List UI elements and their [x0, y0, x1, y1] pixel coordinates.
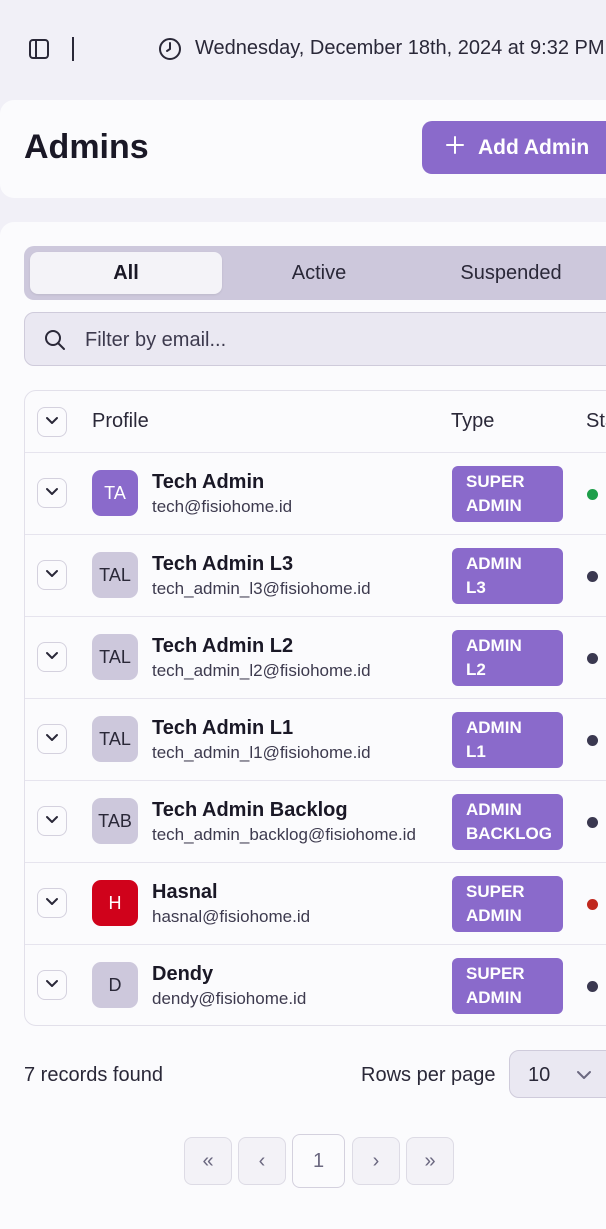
clock-icon [158, 37, 182, 61]
page-title: Admins [24, 128, 149, 166]
admin-email: tech_admin_l3@fisiohome.id [152, 579, 371, 598]
rows-per-page-value: 10 [528, 1064, 551, 1086]
chevron-down-icon [45, 484, 59, 503]
avatar: TAL [92, 552, 138, 598]
admin-name: Tech Admin L2 [152, 635, 294, 657]
table-header-row: Profile Type Status [25, 391, 606, 452]
plus-icon [446, 135, 464, 160]
admin-name: Tech Admin [152, 471, 265, 493]
admins-table: Profile Type Status TA Tech Admin tech@f… [24, 390, 606, 1026]
status-dot [587, 817, 598, 828]
status-dot [587, 899, 598, 910]
records-count: 7 records found [24, 1064, 163, 1086]
status-dot [587, 653, 598, 664]
chevron-down-icon [45, 730, 59, 749]
type-badge: ADMIN L3 [452, 548, 563, 604]
add-admin-button[interactable]: Add Admin [422, 121, 606, 174]
expand-all-button[interactable] [37, 407, 67, 437]
current-datetime: Wednesday, December 18th, 2024 at 9:32 P… [195, 37, 605, 59]
admin-name: Tech Admin L3 [152, 553, 294, 575]
type-badge: ADMIN BACKLOG [452, 794, 563, 850]
table-row: TAL Tech Admin L2 tech_admin_l2@fisiohom… [25, 616, 606, 698]
status-dot [587, 571, 598, 582]
expand-row-button[interactable] [37, 970, 67, 1000]
avatar: D [92, 962, 138, 1008]
table-row: TAL Tech Admin L1 tech_admin_l1@fisiohom… [25, 698, 606, 780]
admin-email: tech@fisiohome.id [152, 497, 293, 516]
expand-row-button[interactable] [37, 560, 67, 590]
status-dot [587, 981, 598, 992]
chevron-down-icon [45, 812, 59, 831]
column-header-profile[interactable]: Profile [92, 410, 149, 433]
type-badge: SUPER ADMIN [452, 876, 563, 932]
admin-name: Dendy [152, 963, 214, 985]
status-tabs: All Active Suspended [24, 246, 606, 300]
admin-name: Tech Admin Backlog [152, 799, 348, 821]
column-header-type[interactable]: Type [451, 410, 494, 433]
next-page-button[interactable]: › [352, 1137, 400, 1185]
email-filter [24, 312, 606, 366]
admin-email: tech_admin_l2@fisiohome.id [152, 661, 371, 680]
admin-name: Tech Admin L1 [152, 717, 294, 739]
expand-row-button[interactable] [37, 806, 67, 836]
column-header-status[interactable]: Status [586, 410, 606, 433]
top-bar: Wednesday, December 18th, 2024 at 9:32 P… [0, 0, 606, 96]
chevron-down-icon [574, 1065, 594, 1085]
type-badge: ADMIN L1 [452, 712, 563, 768]
avatar: TAL [92, 634, 138, 680]
last-page-button[interactable]: » [406, 1137, 454, 1185]
admin-email: tech_admin_backlog@fisiohome.id [152, 825, 416, 844]
admin-email: dendy@fisiohome.id [152, 989, 307, 1008]
rows-per-page-select[interactable]: 10 [509, 1050, 606, 1098]
avatar: TA [92, 470, 138, 516]
admin-email: hasnal@fisiohome.id [152, 907, 311, 926]
current-page-button[interactable]: 1 [292, 1134, 345, 1188]
status-dot [587, 735, 598, 746]
add-admin-label: Add Admin [478, 135, 590, 159]
chevron-down-icon [45, 566, 59, 585]
divider [72, 37, 74, 61]
table-row: H Hasnal hasnal@fisiohome.id SUPER ADMIN [25, 862, 606, 944]
chevron-down-icon [45, 976, 59, 995]
tab-active[interactable]: Active [223, 252, 415, 294]
admin-email: tech_admin_l1@fisiohome.id [152, 743, 371, 762]
table-row: TAL Tech Admin L3 tech_admin_l3@fisiohom… [25, 534, 606, 616]
chevron-down-icon [45, 413, 59, 432]
type-badge: SUPER ADMIN [452, 958, 563, 1014]
expand-row-button[interactable] [37, 642, 67, 672]
type-badge: ADMIN L2 [452, 630, 563, 686]
avatar: TAB [92, 798, 138, 844]
tab-suspended[interactable]: Suspended [415, 252, 606, 294]
chevron-down-icon [45, 894, 59, 913]
admin-name: Hasnal [152, 881, 218, 903]
search-icon [43, 328, 67, 352]
status-dot [587, 489, 598, 500]
expand-row-button[interactable] [37, 724, 67, 754]
table-row: D Dendy dendy@fisiohome.id SUPER ADMIN [25, 944, 606, 1025]
rows-per-page-label: Rows per page [361, 1064, 496, 1086]
type-badge: SUPER ADMIN [452, 466, 563, 522]
tab-all[interactable]: All [30, 252, 222, 294]
sidebar-toggle-icon[interactable] [28, 38, 50, 60]
table-row: TAB Tech Admin Backlog tech_admin_backlo… [25, 780, 606, 862]
avatar: TAL [92, 716, 138, 762]
avatar: H [92, 880, 138, 926]
first-page-button[interactable]: « [184, 1137, 232, 1185]
expand-row-button[interactable] [37, 478, 67, 508]
table-row: TA Tech Admin tech@fisiohome.id SUPER AD… [25, 452, 606, 534]
previous-page-button[interactable]: ‹ [238, 1137, 286, 1185]
chevron-down-icon [45, 648, 59, 667]
expand-row-button[interactable] [37, 888, 67, 918]
filter-email-input[interactable] [85, 325, 605, 355]
